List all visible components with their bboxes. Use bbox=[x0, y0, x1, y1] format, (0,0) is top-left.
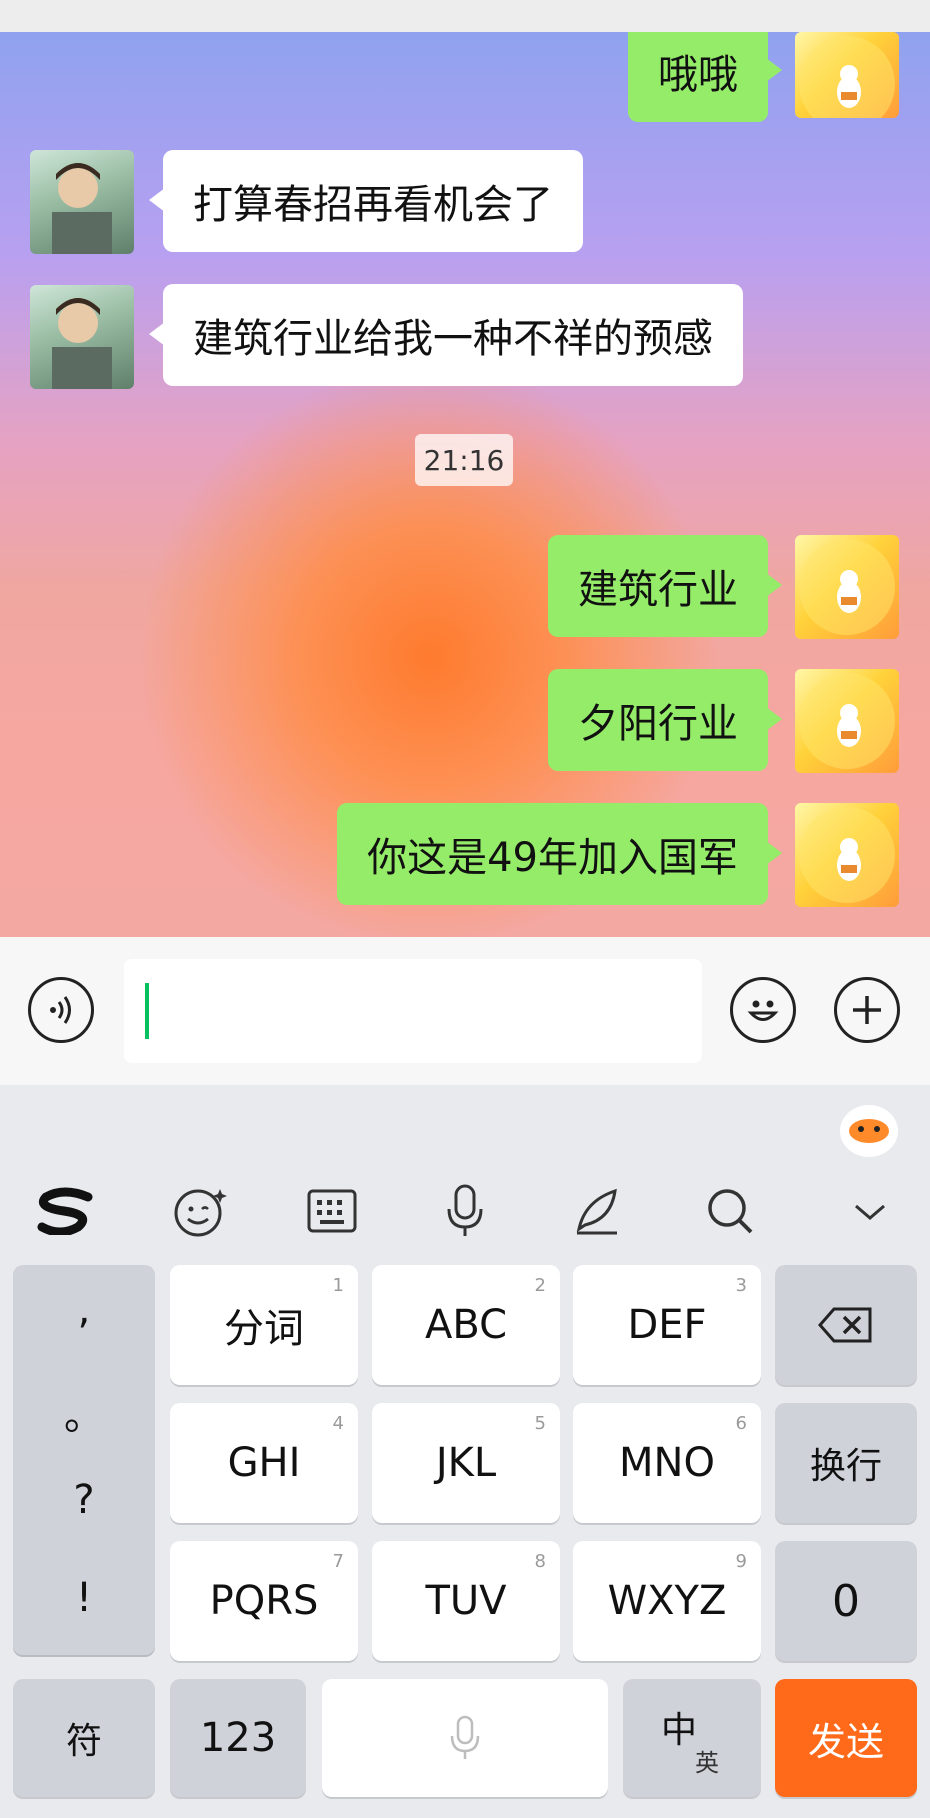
key-label: MNO bbox=[619, 1440, 715, 1486]
key-number: 5 bbox=[534, 1413, 546, 1434]
key-1[interactable]: 分词 1 bbox=[170, 1265, 358, 1385]
emoji-icon bbox=[747, 1000, 779, 1021]
mic-icon bbox=[450, 1715, 480, 1759]
more-button[interactable] bbox=[834, 977, 900, 1043]
punct-comma[interactable]: , bbox=[13, 1287, 155, 1333]
emoji-button[interactable] bbox=[730, 977, 796, 1043]
key-7[interactable]: PQRS 7 bbox=[170, 1541, 358, 1661]
key-2[interactable]: ABC 2 bbox=[372, 1265, 560, 1385]
chat-input-bar bbox=[0, 937, 930, 1086]
plus-icon bbox=[853, 996, 881, 1024]
message-bubble-friend[interactable]: 建筑行业给我一种不祥的预感 bbox=[149, 284, 743, 386]
key-number: 9 bbox=[735, 1551, 747, 1572]
key-3[interactable]: DEF 3 bbox=[573, 1265, 761, 1385]
newline-key[interactable]: 换行 bbox=[775, 1403, 917, 1523]
key-number: 6 bbox=[735, 1413, 747, 1434]
zero-key[interactable]: 0 bbox=[775, 1541, 917, 1661]
timestamp: 21:16 bbox=[415, 434, 513, 486]
message-bubble-friend[interactable]: 打算春招再看机会了 bbox=[149, 150, 583, 252]
key-4[interactable]: GHI 4 bbox=[170, 1403, 358, 1523]
key-label: WXYZ bbox=[607, 1578, 727, 1624]
space-key[interactable] bbox=[322, 1679, 608, 1797]
key-number: 7 bbox=[332, 1551, 344, 1572]
message-bubble-mine[interactable]: 你这是49年加入国军 bbox=[337, 803, 782, 905]
key-label: PQRS bbox=[209, 1578, 319, 1624]
my-avatar[interactable] bbox=[795, 803, 899, 907]
lang-alt: 英 bbox=[695, 1749, 719, 1777]
key-number: 1 bbox=[332, 1275, 344, 1296]
key-label: TUV bbox=[425, 1578, 507, 1624]
key-5[interactable]: JKL 5 bbox=[372, 1403, 560, 1523]
keyboard: , 。 ? ! 分词 1 ABC 2 DEF 3 GHI 4 JKL 5 MNO 6 换行 … bbox=[0, 1085, 930, 1818]
punctuation-column[interactable]: , 。 ? ! bbox=[13, 1265, 155, 1655]
search-icon[interactable] bbox=[696, 1177, 764, 1245]
collapse-keyboard-button[interactable] bbox=[836, 1177, 904, 1245]
backspace-key[interactable] bbox=[775, 1265, 917, 1385]
chat-area: 哦哦 打算春招再看机会了 建筑行业给我一种不祥的预感 21:16 建筑行业 夕阳… bbox=[0, 32, 930, 937]
chevron-down-icon bbox=[855, 1204, 885, 1220]
punct-question[interactable]: ? bbox=[13, 1477, 155, 1523]
message-bubble-mine[interactable]: 哦哦 bbox=[628, 32, 782, 122]
my-avatar[interactable] bbox=[795, 32, 899, 118]
message-bubble-mine[interactable]: 夕阳行业 bbox=[548, 669, 782, 771]
voice-icon bbox=[50, 996, 71, 1024]
face-icon[interactable] bbox=[166, 1177, 234, 1245]
my-avatar[interactable] bbox=[795, 669, 899, 773]
send-button[interactable]: 发送 bbox=[775, 1679, 917, 1797]
sogou-logo-icon[interactable] bbox=[32, 1177, 100, 1245]
key-label: JKL bbox=[435, 1440, 497, 1486]
language-switch-key[interactable]: 中 英 bbox=[623, 1679, 761, 1797]
status-area bbox=[0, 0, 930, 32]
message-bubble-mine[interactable]: 建筑行业 bbox=[548, 535, 782, 637]
lang-main: 中 bbox=[661, 1710, 698, 1751]
key-label: GHI bbox=[227, 1440, 301, 1486]
voice-button[interactable] bbox=[28, 977, 94, 1043]
key-6[interactable]: MNO 6 bbox=[573, 1403, 761, 1523]
pen-icon[interactable] bbox=[563, 1177, 631, 1245]
punct-exclaim[interactable]: ! bbox=[13, 1575, 155, 1621]
message-input[interactable] bbox=[124, 959, 702, 1063]
punct-period[interactable]: 。 bbox=[13, 1383, 155, 1441]
symbols-key[interactable]: 符 bbox=[13, 1679, 155, 1797]
text-caret bbox=[145, 983, 149, 1039]
key-8[interactable]: TUV 8 bbox=[372, 1541, 560, 1661]
key-number: 4 bbox=[332, 1413, 344, 1434]
key-label: DEF bbox=[627, 1302, 707, 1348]
mic-icon[interactable] bbox=[431, 1177, 499, 1245]
my-avatar[interactable] bbox=[795, 535, 899, 639]
key-label: ABC bbox=[424, 1302, 508, 1348]
keyboard-icon[interactable] bbox=[298, 1177, 366, 1245]
numbers-key[interactable]: 123 bbox=[170, 1679, 306, 1797]
key-label: 分词 bbox=[224, 1306, 304, 1352]
mascot-icon[interactable] bbox=[840, 1105, 898, 1157]
key-9[interactable]: WXYZ 9 bbox=[573, 1541, 761, 1661]
backspace-icon bbox=[818, 1307, 872, 1343]
key-number: 2 bbox=[534, 1275, 546, 1296]
key-number: 3 bbox=[735, 1275, 747, 1296]
friend-avatar[interactable] bbox=[30, 150, 134, 254]
key-number: 8 bbox=[534, 1551, 546, 1572]
friend-avatar[interactable] bbox=[30, 285, 134, 389]
